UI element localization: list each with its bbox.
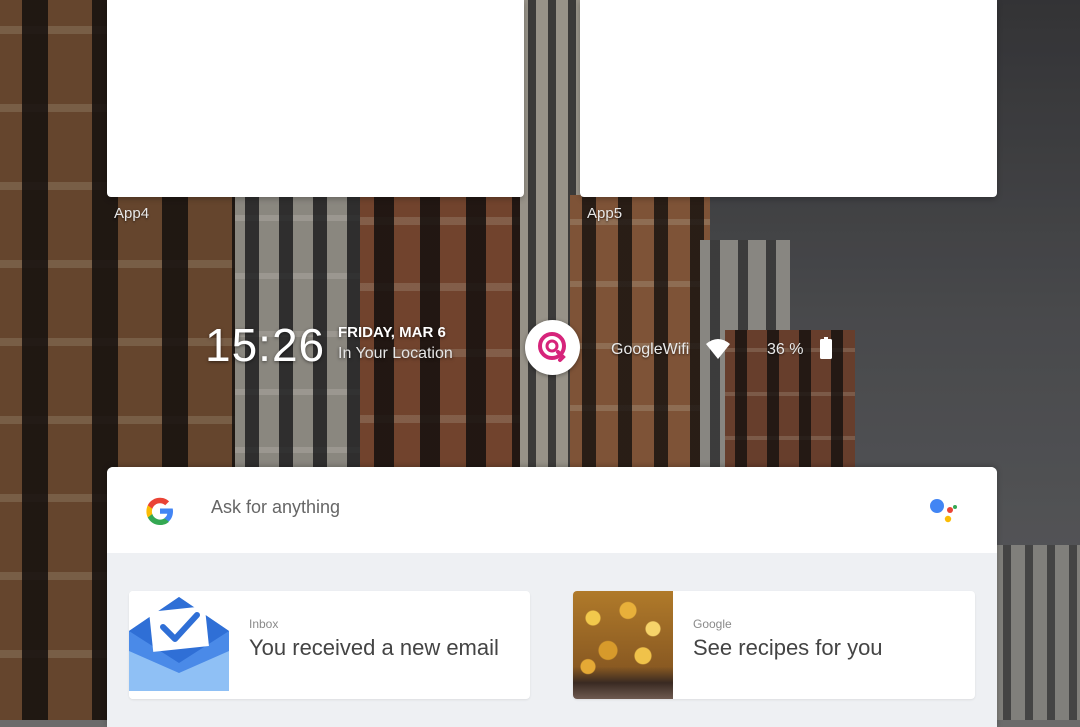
search-input[interactable] [211,497,891,518]
location-label: In Your Location [338,345,453,362]
card-title: See recipes for you [693,635,883,660]
search-bar[interactable] [107,467,997,553]
feed-card-recipes[interactable]: Google See recipes for you [573,591,975,699]
recent-app-label: App5 [587,205,623,222]
food-photo [573,591,673,699]
card-source-label: Google [693,617,732,631]
card-title: You received a new email [249,635,499,660]
battery-percentage: 36 % [767,341,804,358]
recent-app-card-app4[interactable] [107,0,524,197]
battery-icon [820,337,832,359]
feed-card-inbox[interactable]: Inbox You received a new email [129,591,530,699]
assistant-logo-icon [538,332,566,362]
card-source-label: Inbox [249,617,279,631]
google-assistant-icon[interactable] [929,497,959,525]
google-g-icon [146,497,173,525]
date-label: FRIDAY, MAR 6 [338,324,446,341]
google-feed-panel: Inbox You received a new email Google Se… [107,467,997,727]
date-location-block: FRIDAY, MAR 6 In Your Location [338,324,453,363]
recent-app-card-app5[interactable] [580,0,997,197]
clock-time: 15:26 [205,319,326,371]
assistant-logo-button[interactable] [525,320,580,375]
wifi-icon [706,339,730,359]
inbox-envelope-icon [129,591,229,699]
recent-app-label: App4 [114,205,150,222]
wifi-network-name: GoogleWifi [611,341,690,358]
